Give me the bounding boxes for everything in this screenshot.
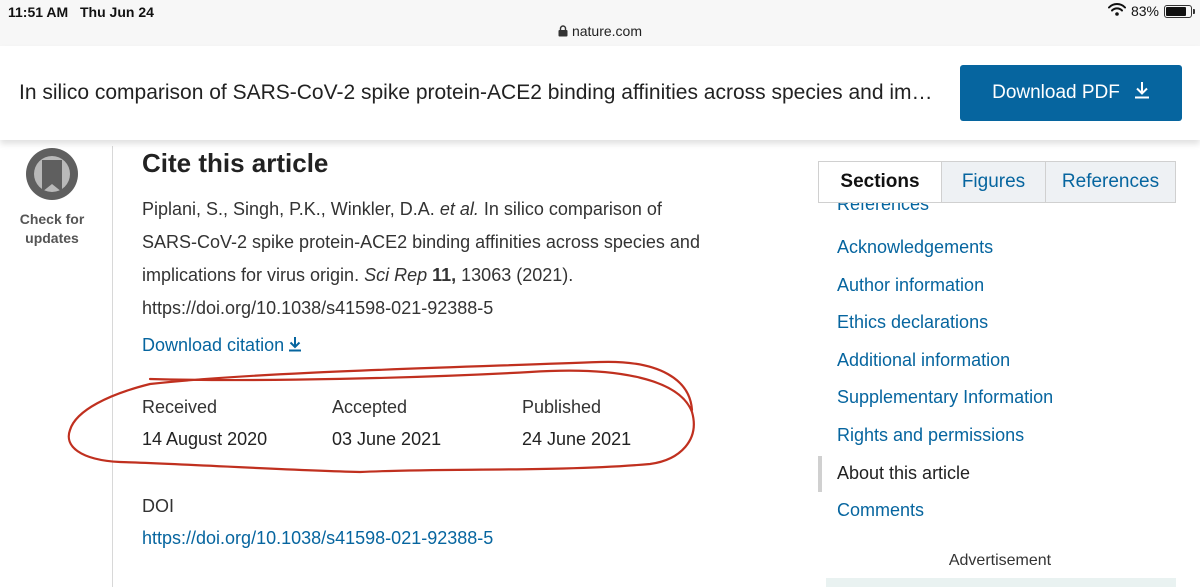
doi-label: DOI [142,496,175,516]
check-for-updates-icon [12,146,92,209]
citation-text: Piplani, S., Singh, P.K., Winkler, D.A. … [142,193,712,325]
check-for-updates-line2: updates [25,230,79,246]
date-label: Accepted [332,397,408,417]
advertisement-label: Advertisement [948,552,1052,569]
tab-references[interactable]: References [1045,162,1175,202]
section-link-supplementary-information[interactable]: Supplementary Information [837,387,1053,408]
battery-percent: 83% [1130,3,1159,19]
address-bar[interactable]: nature.com [0,23,1200,40]
section-link-rights-and-permissions[interactable]: Rights and permissions [837,425,1024,446]
citation-pages: 13063 (2021). [456,265,574,285]
battery-level [1166,6,1186,16]
screen: 11:51 AM Thu Jun 24 nature.com 83% In si… [0,0,1200,587]
section-link-additional-information[interactable]: Additional information [837,350,1010,371]
wifi-icon [1107,3,1126,19]
advertisement-box[interactable] [826,578,1176,587]
section-link-author-information[interactable]: Author information [837,275,984,296]
download-icon [284,335,302,355]
status-bar: 11:51 AM Thu Jun 24 nature.com 83% [0,0,1200,46]
article-header: In silico comparison of SARS-CoV-2 spike… [0,46,1200,140]
column-divider [112,146,113,587]
lock-icon [558,24,568,40]
citation-volume: 11, [432,265,457,285]
citation-doi: https://doi.org/10.1038/s41598-021-92388… [142,298,494,318]
check-for-updates-badge[interactable]: Check for updates [12,146,92,247]
section-link-acknowledgements[interactable]: Acknowledgements [837,237,993,258]
section-link-ethics-declarations[interactable]: Ethics declarations [837,312,988,333]
date-value: 03 June 2021 [332,429,442,449]
cite-heading: Cite this article [142,148,329,178]
date-label: Received [142,397,218,417]
accepted-date: Accepted 03 June 2021 [332,397,441,450]
download-icon [1134,81,1150,105]
sidebar-tabs: Sections Figures References [818,161,1176,203]
download-pdf-label: Download PDF [992,82,1120,103]
section-link-about-this-article[interactable]: About this article [837,463,970,484]
article-title: In silico comparison of SARS-CoV-2 spike… [19,81,933,104]
battery-icon [1164,4,1195,18]
doi-link[interactable]: https://doi.org/10.1038/s41598-021-92388… [142,528,493,549]
received-date: Received 14 August 2020 [142,397,267,450]
date-value: 24 June 2021 [522,429,632,449]
date-label: Published [522,397,602,417]
check-for-updates-line1: Check for [19,211,85,227]
status-time: 11:51 AM [8,4,69,20]
citation-et-al: et al. [439,199,479,219]
section-link-comments[interactable]: Comments [837,500,924,521]
download-citation-link[interactable]: Download citation [142,335,302,356]
current-section-indicator [818,456,822,492]
status-right: 83% [1107,3,1195,19]
citation-authors: Piplani, S., Singh, P.K., Winkler, D.A. [142,199,440,219]
published-date: Published 24 June 2021 [522,397,631,450]
download-citation-label: Download citation [142,335,285,355]
tab-sections[interactable]: Sections [819,162,941,202]
download-pdf-button[interactable]: Download PDF [960,65,1182,121]
tab-figures[interactable]: Figures [941,162,1045,202]
citation-journal: Sci Rep [364,265,428,285]
date-value: 14 August 2020 [142,429,268,449]
section-link-references[interactable]: References [837,203,929,215]
status-date: Thu Jun 24 [80,4,154,20]
url-text: nature.com [571,23,643,39]
sections-list: References Acknowledgements Author infor… [818,203,1176,533]
